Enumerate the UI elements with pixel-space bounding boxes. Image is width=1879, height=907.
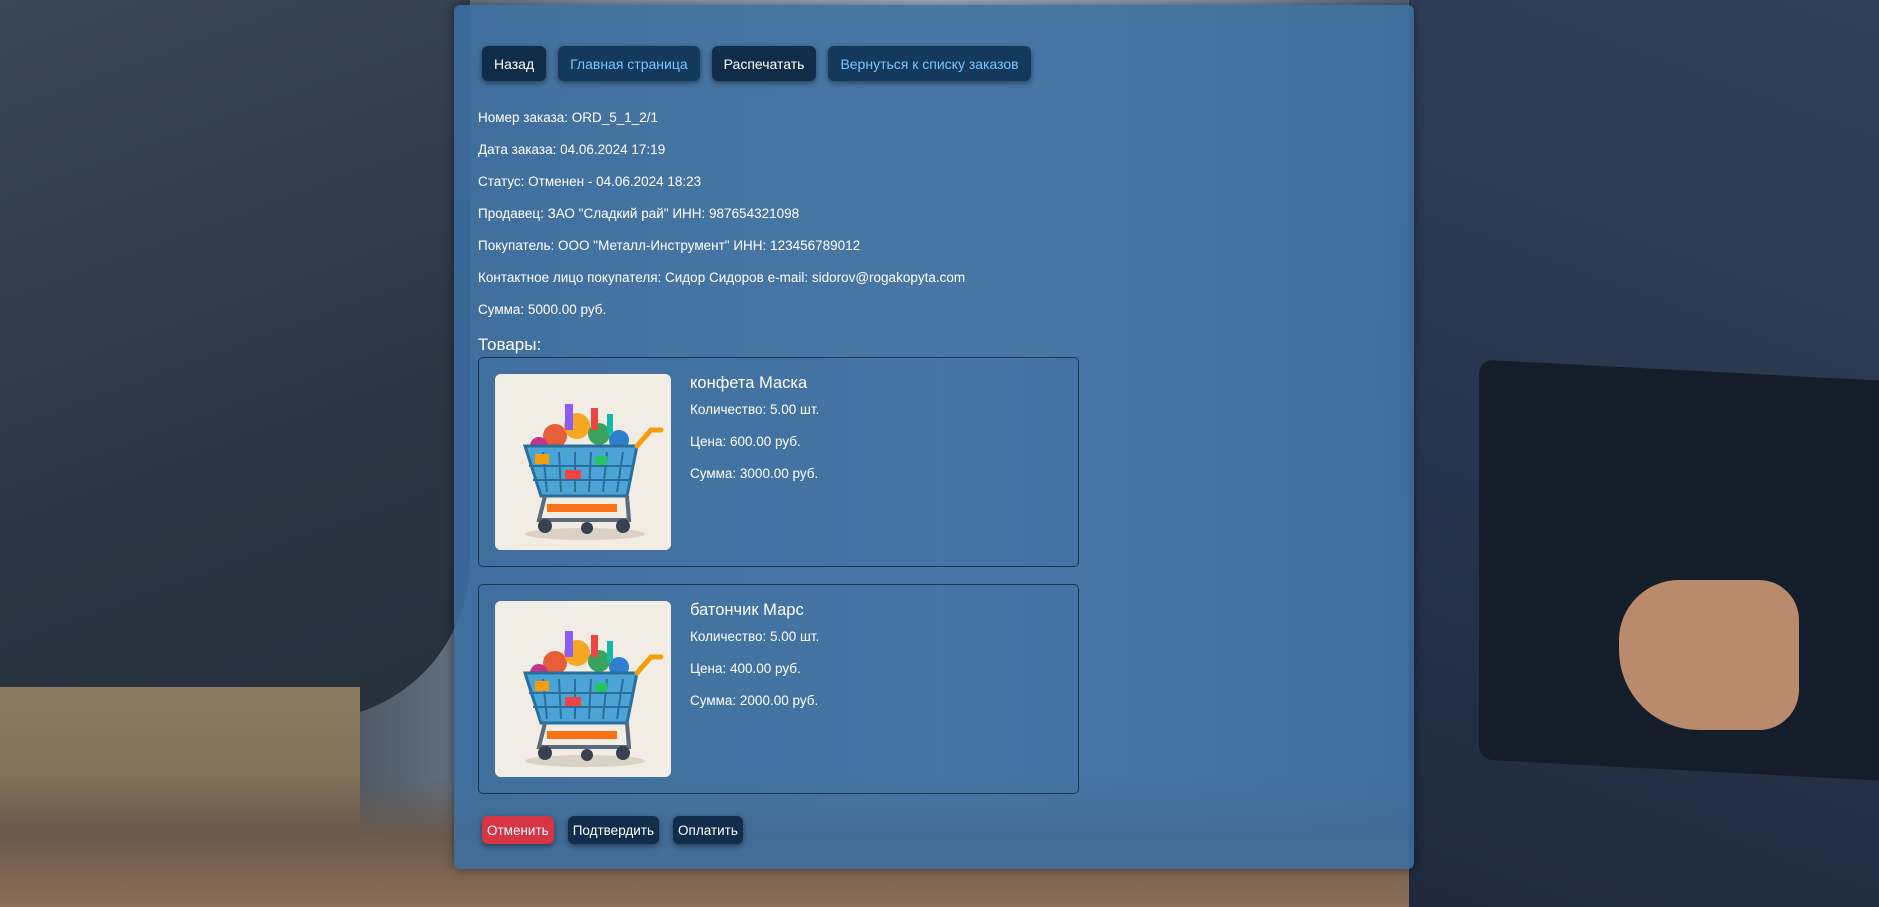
order-buyer: Покупатель: ООО "Металл-Инструмент" ИНН:… <box>478 238 861 253</box>
order-status: Статус: Отменен - 04.06.2024 18:23 <box>478 174 702 189</box>
order-contact: Контактное лицо покупателя: Сидор Сидоро… <box>478 270 966 285</box>
background-hand <box>1619 580 1799 730</box>
product-name: батончик Марс <box>690 601 804 619</box>
product-price: Цена: 400.00 руб. <box>690 661 801 676</box>
home-link-button[interactable]: Главная страница <box>558 46 700 81</box>
pay-order-button[interactable]: Оплатить <box>673 816 743 844</box>
order-date: Дата заказа: 04.06.2024 17:19 <box>478 142 666 157</box>
product-price: Цена: 600.00 руб. <box>690 434 801 449</box>
product-quantity: Количество: 5.00 шт. <box>690 629 820 644</box>
back-to-orders-button[interactable]: Вернуться к списку заказов <box>828 46 1031 81</box>
print-button[interactable]: Распечатать <box>711 46 817 81</box>
order-number: Номер заказа: ORD_5_1_2/1 <box>478 110 659 125</box>
order-actions: Отменить Подтвердить Оплатить <box>482 816 743 844</box>
product-quantity: Количество: 5.00 шт. <box>690 402 820 417</box>
order-total: Сумма: 5000.00 руб. <box>478 302 607 317</box>
confirm-order-button[interactable]: Подтвердить <box>567 816 660 844</box>
goods-title: Товары: <box>478 335 542 354</box>
cancel-order-button[interactable]: Отменить <box>482 816 554 844</box>
product-card: батончик Марс Количество: 5.00 шт. Цена:… <box>478 584 1079 794</box>
order-panel: Назад Главная страница Распечатать Верну… <box>454 5 1414 869</box>
shopping-cart-icon <box>495 374 671 550</box>
order-seller: Продавец: ЗАО "Сладкий рай" ИНН: 9876543… <box>478 206 800 221</box>
background-left-figure <box>0 0 470 720</box>
top-nav: Назад Главная страница Распечатать Верну… <box>482 46 1031 81</box>
product-sum: Сумма: 2000.00 руб. <box>690 693 819 708</box>
product-name: конфета Маска <box>690 374 808 392</box>
product-sum: Сумма: 3000.00 руб. <box>690 466 819 481</box>
back-button[interactable]: Назад <box>482 46 547 81</box>
shopping-cart-icon <box>495 601 671 777</box>
order-info: Номер заказа: ORD_5_1_2/1 Дата заказа: 0… <box>478 110 965 334</box>
product-card: конфета Маска Количество: 5.00 шт. Цена:… <box>478 357 1079 567</box>
